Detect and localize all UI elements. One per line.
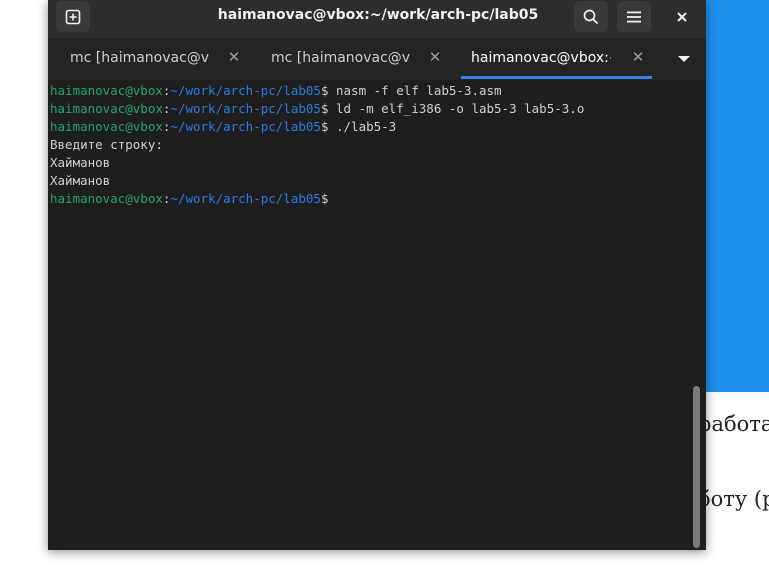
prompt-user-host: haimanovac@vbox	[50, 83, 163, 98]
prompt-user-host: haimanovac@vbox	[50, 101, 163, 116]
tab-list-dropdown[interactable]	[668, 50, 700, 68]
terminal-window: haimanovac@vbox:~/work/arch-pc/lab05 mc …	[48, 0, 706, 550]
tab-mc-1[interactable]: mc [haimanovac@vbox]:~/work/arch-pc/lab0…	[48, 38, 248, 80]
prompt-path: ~/work/arch-pc/lab05	[170, 83, 321, 98]
prompt-path: ~/work/arch-pc/lab05	[170, 101, 321, 116]
command-text: nasm -f elf lab5-3.asm	[328, 83, 502, 98]
title-bar[interactable]: haimanovac@vbox:~/work/arch-pc/lab05	[48, 0, 706, 38]
tab-label: haimanovac@vbox:~/work/arch-pc/lab05	[471, 50, 611, 66]
chevron-down-icon	[678, 56, 690, 62]
tab-close-icon[interactable]: ✕	[630, 49, 646, 65]
terminal-output[interactable]: haimanovac@vbox:~/work/arch-pc/lab05$ na…	[50, 82, 690, 542]
tab-terminal-active[interactable]: haimanovac@vbox:~/work/arch-pc/lab05 ✕	[461, 38, 652, 80]
menu-button[interactable]	[617, 1, 651, 32]
terminal-prompt-line: haimanovac@vbox:~/work/arch-pc/lab05$ ./…	[50, 118, 690, 136]
prompt-path: ~/work/arch-pc/lab05	[170, 119, 321, 134]
tab-close-icon[interactable]: ✕	[226, 49, 242, 65]
command-text: ld -m elf_i386 -o lab5-3 lab5-3.o	[328, 101, 585, 116]
search-button[interactable]	[574, 1, 608, 32]
close-button[interactable]	[665, 1, 699, 32]
terminal-output-line: Хайманов	[50, 155, 111, 170]
tab-label: mc [haimanovac@vbox]:~/work/arch-pc/lab0…	[271, 50, 411, 66]
prompt-path: ~/work/arch-pc/lab05	[170, 191, 321, 206]
new-tab-button[interactable]	[56, 1, 90, 32]
terminal-output-line: Хайманов	[50, 173, 111, 188]
command-text: ./lab5-3	[328, 119, 397, 134]
prompt-user-host: haimanovac@vbox	[50, 119, 163, 134]
close-icon	[677, 11, 687, 22]
tab-mc-2[interactable]: mc [haimanovac@vbox]:~/work/arch-pc/lab0…	[249, 38, 449, 80]
background-doc-line-2: боту (р	[698, 487, 769, 511]
tab-label: mc [haimanovac@vbox]:~/work/arch-pc/lab0…	[70, 50, 210, 66]
terminal-prompt-line: haimanovac@vbox:~/work/arch-pc/lab05$ ld…	[50, 100, 690, 118]
background-doc-line-1: работа	[698, 412, 769, 436]
active-tab-indicator	[461, 76, 652, 79]
tab-bar: mc [haimanovac@vbox]:~/work/arch-pc/lab0…	[48, 38, 706, 80]
window-title: haimanovac@vbox:~/work/arch-pc/lab05	[217, 7, 539, 23]
search-icon	[583, 9, 599, 24]
hamburger-menu-icon	[627, 11, 641, 22]
terminal-prompt-line: haimanovac@vbox:~/work/arch-pc/lab05$ na…	[50, 82, 690, 100]
terminal-output-line: Введите строку:	[50, 137, 163, 152]
background-blue-panel	[700, 0, 769, 392]
scrollbar[interactable]	[693, 386, 700, 548]
terminal-prompt-line: haimanovac@vbox:~/work/arch-pc/lab05$	[50, 190, 690, 208]
tab-close-icon[interactable]: ✕	[427, 49, 443, 65]
new-tab-icon	[65, 9, 81, 24]
prompt-dollar: $	[320, 191, 329, 206]
prompt-user-host: haimanovac@vbox	[50, 191, 163, 206]
